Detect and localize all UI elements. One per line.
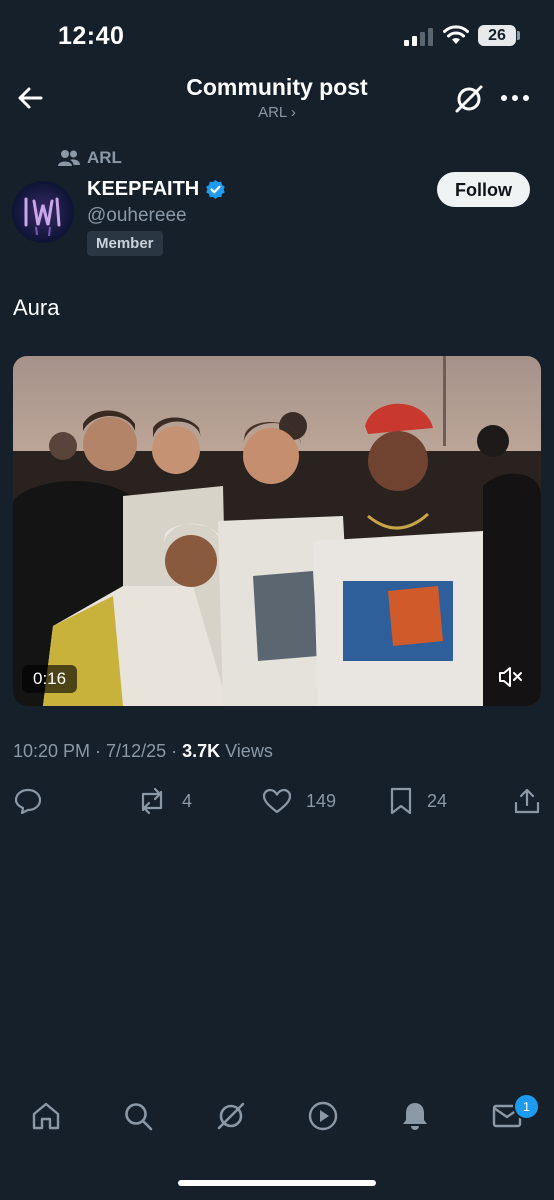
video-duration: 0:16 xyxy=(22,665,78,693)
battery-indicator: 26 xyxy=(478,25,516,46)
reply-button[interactable] xyxy=(14,786,56,816)
author-handle[interactable]: @ouhereee xyxy=(87,205,187,227)
home-indicator[interactable] xyxy=(178,1180,376,1186)
community-icon xyxy=(58,150,80,166)
repost-button[interactable]: 4 xyxy=(136,786,192,816)
home-icon xyxy=(32,1102,60,1130)
grok-icon[interactable] xyxy=(452,82,486,116)
member-badge: Member xyxy=(87,231,163,256)
like-count: 149 xyxy=(306,790,337,811)
repost-icon xyxy=(141,788,163,814)
nav-search[interactable] xyxy=(120,1098,156,1134)
share-button[interactable] xyxy=(513,786,554,816)
like-button[interactable]: 149 xyxy=(262,786,336,816)
community-name[interactable]: ARL xyxy=(87,148,122,168)
reply-icon xyxy=(14,788,42,814)
grok-icon xyxy=(217,1102,245,1130)
verified-badge-icon xyxy=(206,180,225,199)
wifi-icon xyxy=(443,25,469,44)
post-timestamp: 10:20 PM · 7/12/25 · xyxy=(13,741,183,761)
views-count[interactable]: 3.7K xyxy=(182,741,220,761)
bell-icon xyxy=(403,1103,427,1130)
heart-icon xyxy=(262,788,292,814)
video-player[interactable] xyxy=(13,356,541,706)
nav-home[interactable] xyxy=(28,1098,64,1134)
nav-video[interactable] xyxy=(305,1098,341,1134)
status-time: 12:40 xyxy=(58,22,125,50)
nav-notifications[interactable] xyxy=(397,1098,433,1134)
bookmark-count: 24 xyxy=(427,790,448,811)
nav-grok[interactable] xyxy=(213,1098,249,1134)
bookmark-button[interactable]: 24 xyxy=(389,786,447,816)
repost-count: 4 xyxy=(182,790,193,811)
post-metadata: 10:20 PM · 7/12/25 · 3.7K Views xyxy=(13,741,273,762)
battery-tip xyxy=(517,31,520,40)
video-thumbnail xyxy=(13,356,541,706)
author-display-name[interactable]: KEEPFAITH xyxy=(87,178,199,201)
play-circle-icon xyxy=(308,1101,338,1131)
avatar[interactable] xyxy=(12,181,74,243)
mute-icon[interactable] xyxy=(494,663,526,691)
bookmark-icon xyxy=(390,787,412,815)
cellular-signal-icon xyxy=(404,28,433,46)
follow-button[interactable]: Follow xyxy=(437,172,530,207)
more-options-icon[interactable] xyxy=(499,87,531,109)
search-icon xyxy=(125,1103,153,1131)
views-label: Views xyxy=(220,741,273,761)
post-text: Aura xyxy=(13,295,60,320)
messages-badge: 1 xyxy=(513,1093,540,1120)
share-icon xyxy=(514,788,540,814)
